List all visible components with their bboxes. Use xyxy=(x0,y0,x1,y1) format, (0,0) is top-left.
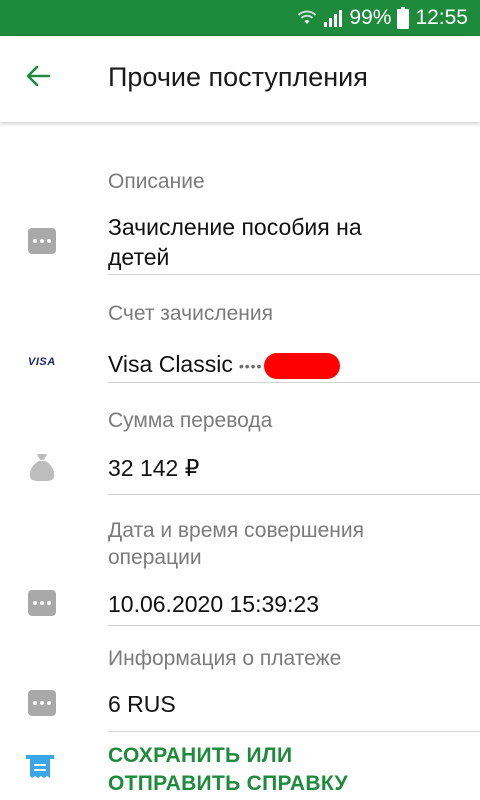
description-value-line2: детей xyxy=(108,244,170,270)
account-label: Счет зачисления xyxy=(108,302,273,325)
datetime-label-line1: Дата и время совершения xyxy=(108,519,364,542)
datetime-label-line2: операции xyxy=(108,546,202,569)
more-dots-icon xyxy=(28,590,56,616)
card-name: Visa Classic xyxy=(108,351,233,377)
arrow-left-icon xyxy=(25,63,51,94)
page-title: Прочие поступления xyxy=(108,62,368,92)
divider xyxy=(108,625,480,626)
back-button[interactable] xyxy=(20,60,56,96)
wifi-icon xyxy=(297,8,317,28)
money-bag-icon xyxy=(28,452,56,482)
amount-value: 32 142 ₽ xyxy=(108,455,200,481)
battery-percent: 99% xyxy=(349,6,392,29)
datetime-field-icon xyxy=(28,590,56,616)
redacted-card-number xyxy=(264,352,341,379)
datetime-value: 10.06.2020 15:39:23 xyxy=(108,591,320,617)
description-label: Описание xyxy=(108,170,205,193)
divider xyxy=(108,382,480,383)
divider xyxy=(108,494,480,495)
status-bar: 99% 12:55 xyxy=(0,0,480,36)
divider xyxy=(108,731,480,732)
card-number-mask: •••• xyxy=(238,357,263,374)
action-label-line2: ОТПРАВИТЬ СПРАВКУ xyxy=(108,772,348,795)
payment-info-label: Информация о платеже xyxy=(108,647,342,670)
more-dots-icon xyxy=(28,228,56,254)
signal-icon xyxy=(323,8,343,28)
description-field-icon xyxy=(28,228,56,254)
battery-icon xyxy=(397,7,410,29)
operation-details: Описание Зачисление пособия на детей Сче… xyxy=(0,122,480,800)
amount-label: Сумма перевода xyxy=(108,409,273,432)
datetime-label: Дата и время совершения операции xyxy=(108,517,364,571)
more-dots-icon xyxy=(28,690,56,716)
app-bar: Прочие поступления xyxy=(0,36,480,122)
visa-logo-text: VISA xyxy=(28,356,56,368)
divider xyxy=(108,274,480,275)
clock: 12:55 xyxy=(415,6,468,29)
description-value: Зачисление пособия на детей xyxy=(108,212,362,272)
payment-info-value: 6 RUS xyxy=(108,691,176,717)
account-value[interactable]: Visa Classic •••• xyxy=(108,349,341,381)
status-indicators: 99% 12:55 xyxy=(297,0,468,36)
description-value-line1: Зачисление пособия на xyxy=(108,214,362,240)
receipt-icon xyxy=(26,754,54,780)
payment-info-field-icon xyxy=(28,690,56,716)
save-or-send-receipt-button[interactable]: СОХРАНИТЬ ИЛИ ОТПРАВИТЬ СПРАВКУ xyxy=(108,742,348,798)
visa-icon: VISA xyxy=(28,356,56,368)
action-label-line1: СОХРАНИТЬ ИЛИ xyxy=(108,744,293,767)
